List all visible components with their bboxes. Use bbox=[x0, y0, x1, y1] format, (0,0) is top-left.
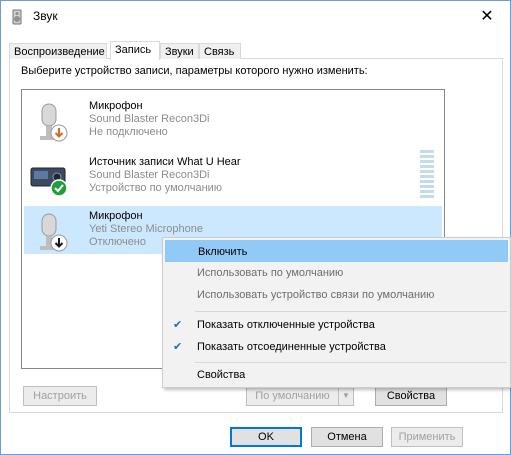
device-status: Отключено bbox=[89, 236, 146, 248]
menu-item-use-comm-default[interactable]: Использовать устройство связи по умолчан… bbox=[165, 284, 508, 306]
menu-item-show-disconnected[interactable]: ✔ Показать отсоединенные устройства bbox=[165, 336, 508, 358]
device-name: Микрофон bbox=[89, 210, 143, 222]
microphone-icon bbox=[40, 103, 68, 142]
menu-item-use-default[interactable]: Использовать по умолчанию bbox=[165, 262, 508, 284]
level-meter bbox=[420, 150, 434, 200]
window-title: Звук bbox=[33, 9, 58, 23]
menu-item-label: Показать отсоединенные устройства bbox=[197, 341, 386, 353]
device-status: Устройство по умолчанию bbox=[89, 182, 223, 194]
title-bar[interactable]: Звук ✕ bbox=[1, 1, 510, 31]
menu-item-label: Использовать по умолчанию bbox=[197, 267, 344, 279]
checkmark-icon: ✔ bbox=[173, 341, 183, 353]
menu-item-enable[interactable]: Включить bbox=[165, 240, 508, 262]
context-menu: Включить Использовать по умолчанию Испол… bbox=[162, 237, 511, 388]
properties-button[interactable]: Свойства bbox=[375, 386, 447, 406]
close-button[interactable]: ✕ bbox=[464, 1, 510, 31]
device-name: Источник записи What U Hear bbox=[89, 156, 241, 168]
tab-sounds[interactable]: Звуки bbox=[160, 43, 199, 59]
device-driver: Sound Blaster Recon3Di bbox=[89, 169, 210, 181]
menu-item-label: Использовать устройство связи по умолчан… bbox=[197, 289, 435, 301]
sound-card-icon bbox=[30, 167, 68, 197]
instruction-text: Выберите устройство записи, параметры ко… bbox=[21, 65, 368, 77]
device-name: Микрофон bbox=[89, 100, 143, 112]
menu-item-label: Свойства bbox=[197, 369, 246, 381]
menu-separator bbox=[195, 311, 507, 312]
tab-communications[interactable]: Связь bbox=[199, 43, 241, 59]
microphone-icon bbox=[40, 213, 68, 252]
chevron-down-icon: ▼ bbox=[342, 391, 350, 400]
device-status: Не подключено bbox=[89, 126, 168, 138]
tab-playback[interactable]: Воспроизведение bbox=[9, 43, 107, 59]
ok-button[interactable]: OK bbox=[230, 427, 302, 447]
tab-recording[interactable]: Запись bbox=[110, 41, 160, 60]
set-default-dropdown[interactable]: ▼ bbox=[338, 386, 354, 406]
device-driver: Yeti Stereo Microphone bbox=[89, 223, 203, 235]
cancel-button[interactable]: Отмена bbox=[311, 427, 383, 447]
apply-button[interactable]: Применить bbox=[391, 427, 463, 447]
device-item[interactable]: Микрофон Sound Blaster Recon3Di Не подкл… bbox=[24, 96, 442, 144]
menu-item-show-disabled[interactable]: ✔ Показать отключенные устройства bbox=[165, 314, 508, 336]
configure-button[interactable]: Настроить bbox=[23, 386, 97, 406]
device-item[interactable]: Источник записи What U Hear Sound Blaste… bbox=[24, 150, 442, 200]
speaker-icon bbox=[12, 9, 22, 25]
menu-item-label: Включить bbox=[198, 246, 248, 258]
device-driver: Sound Blaster Recon3Di bbox=[89, 113, 210, 125]
menu-item-properties[interactable]: Свойства bbox=[165, 364, 508, 386]
close-icon: ✕ bbox=[480, 8, 494, 25]
menu-item-label: Показать отключенные устройства bbox=[197, 319, 375, 331]
menu-separator bbox=[195, 362, 507, 363]
set-default-button[interactable]: По умолчанию bbox=[246, 386, 339, 406]
checkmark-icon: ✔ bbox=[173, 319, 183, 331]
